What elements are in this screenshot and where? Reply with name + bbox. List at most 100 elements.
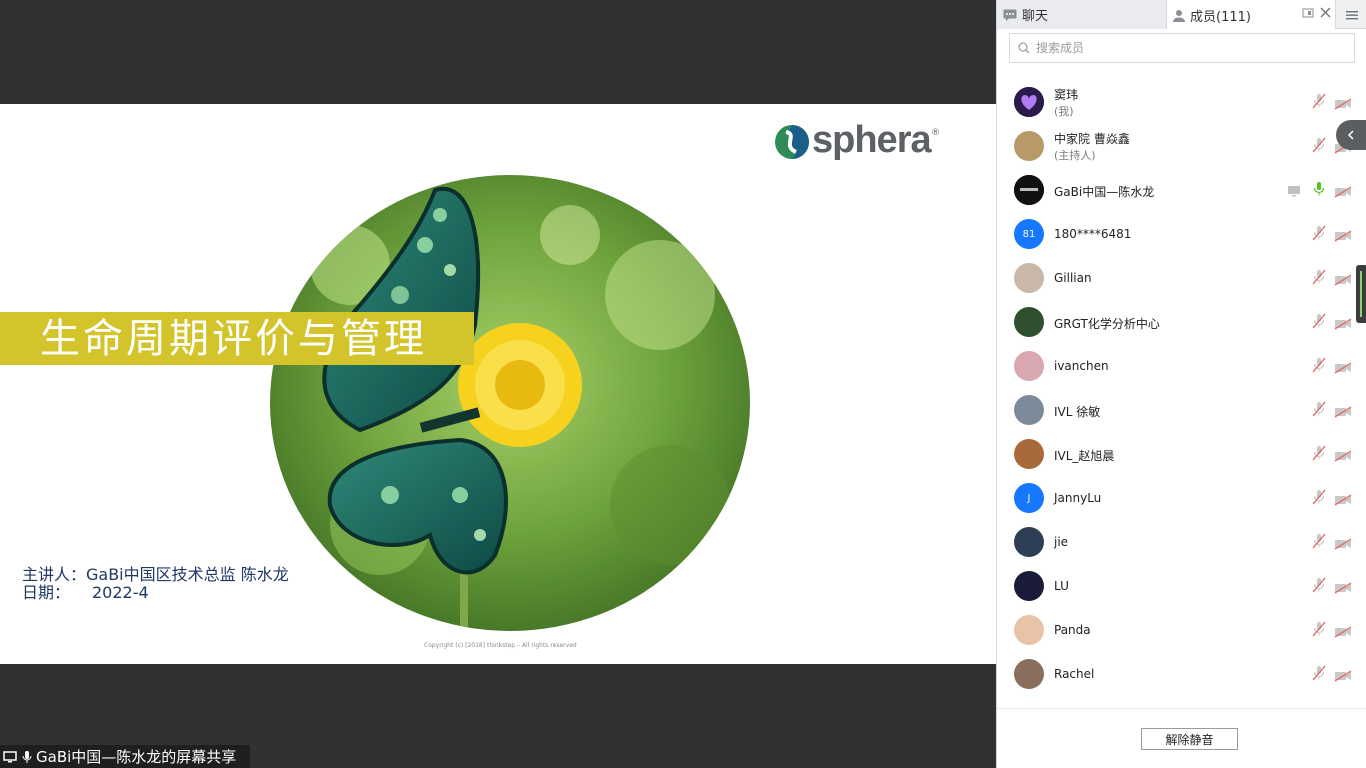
logo-text: sphera [812, 119, 932, 161]
panel-menu-button[interactable] [1335, 0, 1366, 29]
camera-off-icon[interactable] [1334, 403, 1352, 418]
panel-tabs: 聊天 成员(111) [997, 0, 1366, 30]
avatar [1014, 307, 1044, 337]
microphone-icon[interactable] [1312, 181, 1326, 197]
microphone-muted-icon[interactable] [1312, 401, 1326, 417]
member-row[interactable]: GaBi中国—陈水龙 [997, 168, 1366, 212]
microphone-muted-icon[interactable] [1312, 269, 1326, 285]
presentation-slide: sphera ® 生命周期评价与管理 主讲人：GaBi中国区技术总监 陈水龙 日… [0, 104, 996, 664]
avatar: 81 [1014, 219, 1044, 249]
member-row[interactable]: GRGT化学分析中心 [997, 300, 1366, 344]
date-label: 日期： [22, 583, 71, 602]
camera-off-icon[interactable] [1334, 315, 1352, 330]
avatar [1014, 87, 1044, 117]
slide-copyright: Copyright (c) [2018] thinkstep – All rig… [424, 642, 577, 649]
member-name: Rachel [1054, 667, 1095, 681]
member-row[interactable]: IVL_赵旭晨 [997, 432, 1366, 476]
member-row[interactable]: jie [997, 520, 1366, 564]
camera-off-icon[interactable] [1334, 535, 1352, 550]
butterfly-photo [270, 175, 750, 631]
member-row[interactable]: 81 180****6481 [997, 212, 1366, 256]
member-name: IVL_赵旭晨 [1054, 449, 1115, 463]
avatar [1014, 439, 1044, 469]
search-icon [1018, 42, 1030, 54]
screen-share-icon [1287, 182, 1301, 197]
tab-members[interactable]: 成员(111) [1167, 0, 1335, 30]
camera-off-icon[interactable] [1334, 359, 1352, 374]
close-icon[interactable] [1320, 7, 1331, 23]
sphera-logo-icon [775, 125, 809, 159]
member-row[interactable]: LU [997, 564, 1366, 608]
popout-icon[interactable] [1302, 7, 1314, 23]
microphone-muted-icon[interactable] [1312, 93, 1326, 109]
avatar-initials: J [1027, 492, 1031, 504]
member-row[interactable]: Rachel [997, 652, 1366, 696]
microphone-muted-icon[interactable] [1312, 489, 1326, 505]
unmute-all-button[interactable]: 解除静音 [1141, 728, 1238, 750]
avatar [1014, 351, 1044, 381]
member-name: IVL 徐敏 [1054, 405, 1101, 419]
camera-off-icon[interactable] [1334, 491, 1352, 506]
avatar [1014, 571, 1044, 601]
screen-share-icon [2, 749, 18, 765]
member-role: (我) [1054, 105, 1074, 118]
microphone-muted-icon[interactable] [1312, 577, 1326, 593]
camera-off-icon[interactable] [1334, 579, 1352, 594]
camera-off-icon[interactable] [1334, 95, 1352, 110]
member-name: jie [1054, 535, 1069, 549]
microphone-muted-icon[interactable] [1312, 137, 1326, 153]
member-row[interactable]: IVL 徐敏 [997, 388, 1366, 432]
avatar: J [1014, 483, 1044, 513]
tab-chat-label: 聊天 [1022, 9, 1049, 24]
date-line: 日期： 2022-4 [22, 579, 149, 603]
avatar [1014, 131, 1044, 161]
microphone-muted-icon[interactable] [1312, 225, 1326, 241]
camera-off-icon[interactable] [1334, 623, 1352, 638]
avatar [1014, 175, 1044, 205]
microphone-muted-icon[interactable] [1312, 357, 1326, 373]
member-row[interactable]: J JannyLu [997, 476, 1366, 520]
member-row[interactable]: Gillian [997, 256, 1366, 300]
member-name: 180****6481 [1054, 227, 1132, 241]
avatar [1014, 659, 1044, 689]
member-row[interactable]: ivanchen [997, 344, 1366, 388]
microphone-muted-icon[interactable] [1312, 445, 1326, 461]
member-row[interactable]: 窦玮 (我) [997, 80, 1366, 124]
microphone-icon [19, 749, 35, 765]
member-name: ivanchen [1054, 359, 1109, 373]
member-role: (主持人) [1054, 149, 1096, 162]
chat-icon [1003, 9, 1017, 21]
member-name: 中家院 曹焱鑫 [1054, 132, 1130, 146]
screen-share-label: GaBi中国—陈水龙的屏幕共享 [36, 748, 237, 766]
microphone-muted-icon[interactable] [1312, 313, 1326, 329]
member-row[interactable]: Panda [997, 608, 1366, 652]
member-row[interactable]: 中家院 曹焱鑫 (主持人) [997, 124, 1366, 168]
logo-registered-mark: ® [931, 128, 940, 138]
avatar [1014, 615, 1044, 645]
avatar-initials: 81 [1022, 228, 1036, 240]
camera-off-icon[interactable] [1334, 447, 1352, 462]
person-icon [1173, 9, 1185, 22]
collapse-panel-button[interactable] [1336, 120, 1366, 150]
camera-off-icon[interactable] [1334, 271, 1352, 286]
microphone-muted-icon[interactable] [1312, 533, 1326, 549]
member-name: Panda [1054, 623, 1091, 637]
camera-off-icon[interactable] [1334, 667, 1352, 682]
date-value: 2022-4 [92, 583, 149, 602]
tab-chat[interactable]: 聊天 [997, 0, 1167, 29]
member-search-box[interactable] [1009, 33, 1355, 63]
microphone-muted-icon[interactable] [1312, 621, 1326, 637]
member-search-input[interactable] [1036, 41, 1336, 55]
microphone-muted-icon[interactable] [1312, 665, 1326, 681]
camera-off-icon[interactable] [1334, 227, 1352, 242]
menu-icon [1345, 10, 1358, 19]
members-panel: 聊天 成员(111) 窦玮 (我) 中家院 曹焱鑫 (主持人) GaBi中国—陈水龙 81… [996, 0, 1366, 768]
avatar [1014, 395, 1044, 425]
screen-share-status-bar: GaBi中国—陈水龙的屏幕共享 [0, 745, 250, 768]
member-list: 窦玮 (我) 中家院 曹焱鑫 (主持人) GaBi中国—陈水龙 81 180****6481… [997, 80, 1366, 707]
member-name: Gillian [1054, 271, 1092, 285]
screen-share-area: sphera ® 生命周期评价与管理 主讲人：GaBi中国区技术总监 陈水龙 日… [0, 0, 996, 768]
camera-off-icon[interactable] [1334, 183, 1352, 198]
member-name: JannyLu [1054, 491, 1102, 505]
member-name: LU [1054, 579, 1069, 593]
